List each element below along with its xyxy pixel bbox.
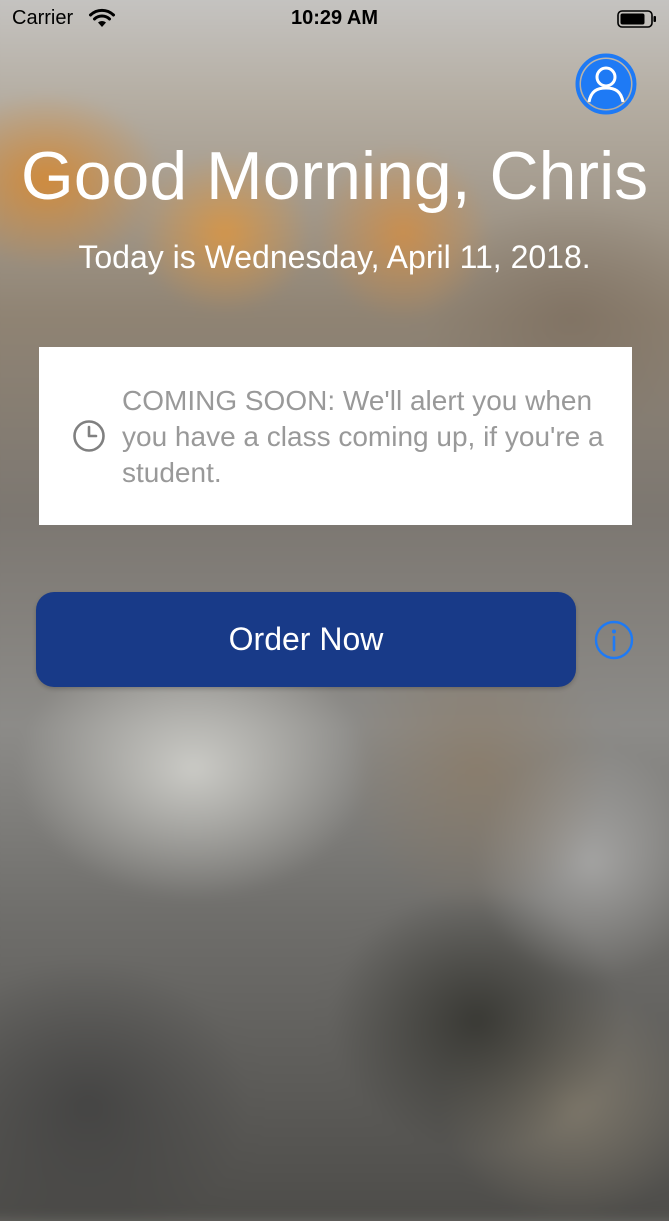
status-time: 10:29 AM	[290, 7, 379, 29]
order-now-button[interactable]: Order Now	[36, 592, 576, 687]
coming-soon-text: COMING SOON: We'll alert you when you ha…	[122, 385, 604, 488]
battery-icon	[617, 10, 656, 28]
info-icon[interactable]	[594, 620, 634, 660]
coming-soon-card: COMING SOON: We'll alert you when you ha…	[39, 347, 632, 525]
clock-icon	[73, 420, 105, 452]
status-bar: Carrier 10:29 AM	[0, 0, 669, 40]
greeting-title: Good Morning, Chris	[20, 138, 649, 214]
profile-icon[interactable]	[575, 53, 637, 115]
date-subtitle: Today is Wednesday, April 11, 2018.	[78, 239, 591, 275]
